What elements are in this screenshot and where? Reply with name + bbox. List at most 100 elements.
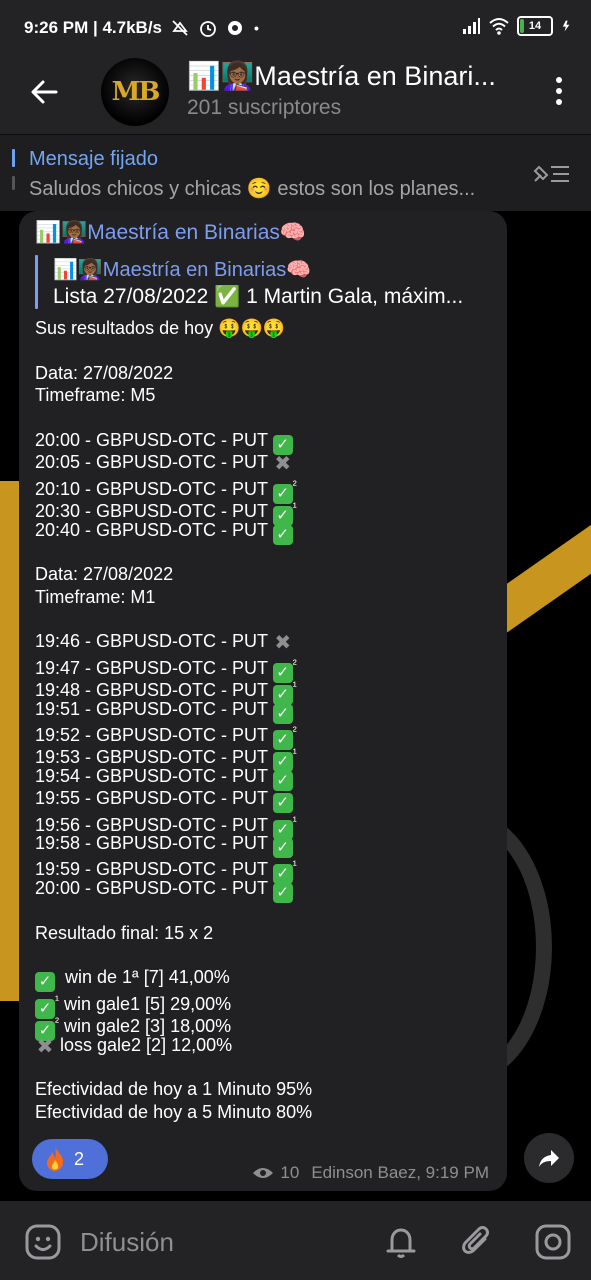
message-meta: 10 Edinson Baez, 9:19 PM [252, 1163, 489, 1183]
message-line [35, 407, 495, 429]
message-line: 19:59 - GBPUSD-OTC - PUT ✓ ¹ [35, 854, 495, 885]
message-line-text: loss gale2 [2] 12,00% [55, 1034, 233, 1055]
status-time-speed: 9:26 PM | 4.7kB/s [24, 18, 162, 37]
message-line: 20:05 - GBPUSD-OTC - PUT ✖ [35, 451, 495, 474]
message-line: 19:53 - GBPUSD-OTC - PUT ✓ ¹ [35, 742, 495, 773]
message-line-text: 19:54 - GBPUSD-OTC - PUT [35, 765, 273, 786]
check-icon: ✓ [272, 882, 293, 903]
cross-icon: ✖ [36, 1035, 54, 1058]
attach-icon[interactable] [458, 1223, 496, 1261]
message-line: 19:56 - GBPUSD-OTC - PUT ✓ ¹ [35, 810, 495, 840]
message-line: 19:46 - GBPUSD-OTC - PUT ✖ [35, 630, 495, 655]
charging-icon [562, 20, 570, 32]
message-line-text: 19:51 - GBPUSD-OTC - PUT [35, 698, 273, 719]
wifi-icon [489, 18, 509, 35]
silent-icon [172, 20, 188, 36]
back-arrow-icon[interactable] [28, 76, 60, 108]
channel-logo-icon: MB [111, 77, 161, 107]
message-line: ✓ ² win gale2 [3] 18,00% [35, 1011, 495, 1042]
reaction-count: 2 [74, 1148, 85, 1169]
pinned-list-icon[interactable] [531, 161, 571, 187]
message-line-text: Efectividad de hoy a 1 Minuto 95% [35, 1079, 313, 1100]
message-line [35, 608, 495, 630]
gale-level: ² [292, 724, 297, 739]
message-line: Efectividad de hoy a 5 Minuto 80% [35, 1101, 495, 1123]
chat-header: MB 📊👩🏾‍🏫Maestría en Binari... 201 suscri… [0, 56, 591, 134]
message-line: Data: 27/08/2022 [35, 563, 495, 585]
gale-level: ¹ [292, 858, 297, 873]
message-line: ✓ ¹ win gale1 [5] 29,00% [35, 989, 495, 1019]
message-line-text: Efectividad de hoy a 5 Minuto 80% [35, 1101, 313, 1122]
message-line: 20:30 - GBPUSD-OTC - PUT ✓ ¹ [35, 496, 495, 527]
message-line-text: 20:00 - GBPUSD-OTC - PUT [35, 429, 273, 450]
status-dot-icon: • [254, 20, 259, 36]
channel-avatar[interactable]: MB [101, 58, 169, 126]
view-count: 10 [280, 1163, 300, 1182]
camera-icon[interactable] [534, 1223, 572, 1261]
emoji-icon[interactable] [24, 1223, 62, 1261]
message-line-text: Data: 27/08/2022 [35, 362, 174, 383]
pinned-label: Mensaje fijado [29, 148, 158, 170]
message-line-text: Timeframe: M5 [35, 385, 156, 406]
more-options-icon[interactable] [555, 76, 563, 106]
message-line: 19:51 - GBPUSD-OTC - PUT ✓ [35, 698, 495, 724]
message-line [35, 1056, 495, 1078]
bottom-bar: Difusión [0, 1201, 591, 1280]
message-line: 20:40 - GBPUSD-OTC - PUT ✓ [35, 519, 495, 545]
message-line: Timeframe: M1 [35, 586, 495, 608]
subscriber-count: 201 suscriptores [187, 96, 342, 119]
message-line [35, 899, 495, 921]
signal-icon [463, 18, 480, 34]
message-line: Data: 27/08/2022 [35, 362, 495, 384]
reaction-chip[interactable]: 2 [32, 1139, 108, 1179]
message-line-text: 19:46 - GBPUSD-OTC - PUT [35, 631, 273, 652]
share-button[interactable] [524, 1133, 574, 1183]
message-line-text: 19:55 - GBPUSD-OTC - PUT [35, 788, 273, 809]
message-line-text: 20:05 - GBPUSD-OTC - PUT [35, 452, 273, 473]
message-sender[interactable]: 📊👩🏾‍🏫Maestría en Binarias🧠 [35, 221, 306, 245]
message-line: Resultado final: 15 x 2 [35, 922, 495, 944]
broadcast-label[interactable]: Difusión [80, 1227, 174, 1258]
share-arrow-icon [539, 1150, 559, 1167]
message-line: 19:52 - GBPUSD-OTC - PUT ✓ ² [35, 720, 495, 751]
message-line: 19:58 - GBPUSD-OTC - PUT ✓ [35, 832, 495, 858]
reply-quote[interactable]: 📊👩🏾‍🏫Maestría en Binarias🧠 Lista 27/08/2… [35, 253, 495, 311]
message-line: ✖ loss gale2 [2] 12,00% [35, 1034, 495, 1058]
gale-level: ¹ [292, 679, 297, 694]
pinned-message[interactable]: Mensaje fijado Saludos chicos y chicas ☺… [0, 135, 591, 211]
cross-icon: ✖ [274, 632, 292, 655]
message-line: 19:55 - GBPUSD-OTC - PUT ✓ [35, 787, 495, 814]
check-icon: ✓ [272, 524, 293, 545]
reply-quote-text: Lista 27/08/2022 ✅ 1 Martin Gala, máxim.… [53, 285, 464, 308]
message-line-text: Timeframe: M1 [35, 586, 156, 607]
message-bubble[interactable]: 📊👩🏾‍🏫Maestría en Binarias🧠 📊👩🏾‍🏫Maestría… [19, 211, 507, 1191]
battery-indicator: 14 [517, 16, 553, 36]
status-bar: 9:26 PM | 4.7kB/s • 14 [0, 0, 591, 56]
message-text: Sus resultados de hoy 🤑🤑🤑 Data: 27/08/202… [35, 317, 495, 1123]
message-line-text: 20:00 - GBPUSD-OTC - PUT [35, 877, 273, 898]
message-line: ✓ win de 1ª [7] 41,00% [35, 966, 495, 993]
message-line-text: Data: 27/08/2022 [35, 564, 174, 585]
message-author-time: Edinson Baez, 9:19 PM [311, 1163, 489, 1182]
fire-icon [47, 1147, 64, 1171]
message-line [35, 541, 495, 563]
message-line [35, 339, 495, 361]
channel-title[interactable]: 📊👩🏾‍🏫Maestría en Binari... [187, 60, 517, 92]
gale-level: ¹ [292, 746, 297, 761]
pinned-indicator [12, 149, 15, 195]
message-line: 19:47 - GBPUSD-OTC - PUT ✓ ² [35, 653, 495, 683]
message-line-text: 19:58 - GBPUSD-OTC - PUT [35, 832, 273, 853]
message-line: Efectividad de hoy a 1 Minuto 95% [35, 1078, 495, 1100]
gale-level: ² [292, 656, 297, 671]
message-line: Sus resultados de hoy 🤑🤑🤑 [35, 317, 495, 339]
bell-icon[interactable] [382, 1223, 420, 1261]
message-line: 19:54 - GBPUSD-OTC - PUT ✓ [35, 765, 495, 791]
message-line [35, 944, 495, 966]
message-line-text: 20:40 - GBPUSD-OTC - PUT [35, 519, 273, 540]
message-line: 19:48 - GBPUSD-OTC - PUT ✓ ¹ [35, 675, 495, 706]
gale-level: ¹ [292, 813, 297, 828]
message-line: 20:00 - GBPUSD-OTC - PUT ✓ [35, 877, 495, 903]
message-line: Timeframe: M5 [35, 384, 495, 406]
views-eye-icon [253, 1168, 274, 1178]
message-line: 20:00 - GBPUSD-OTC - PUT ✓ [35, 429, 495, 455]
